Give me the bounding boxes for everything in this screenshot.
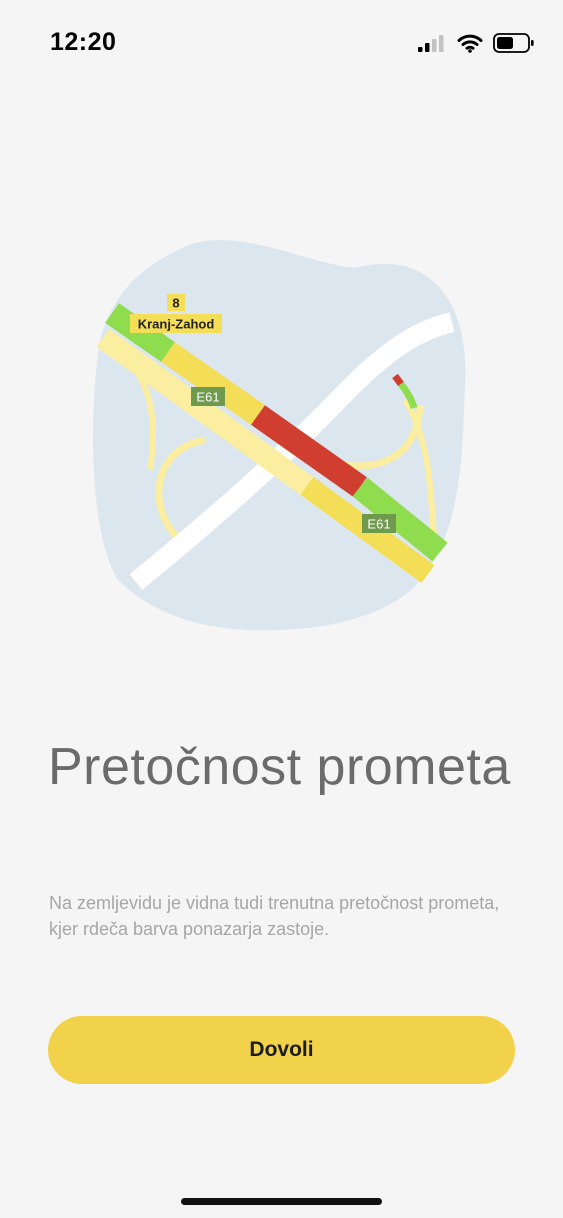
motorway-shield-text: E61	[367, 517, 390, 532]
exit-label-text: Kranj-Zahod	[138, 317, 215, 332]
battery-icon	[493, 33, 534, 53]
allow-button[interactable]: Dovoli	[48, 1016, 515, 1084]
traffic-map-illustration: 8 Kranj-Zahod E61 E61	[93, 240, 466, 631]
status-time: 12:20	[50, 28, 117, 56]
road-number-badge: 8	[167, 294, 185, 311]
page-title: Pretočnost prometa	[48, 738, 511, 796]
status-bar: 12:20	[0, 0, 563, 90]
home-indicator[interactable]	[181, 1198, 382, 1205]
motorway-shield: E61	[191, 387, 225, 406]
exit-label: Kranj-Zahod	[130, 314, 222, 333]
motorway-shield-text: E61	[196, 390, 219, 405]
cellular-signal-icon	[418, 35, 444, 52]
road-number-text: 8	[172, 296, 179, 311]
motorway-shield: E61	[362, 514, 396, 533]
wifi-icon	[457, 34, 483, 53]
page-description: Na zemljevidu je vidna tudi trenutna pre…	[49, 893, 500, 939]
status-icons	[417, 32, 535, 54]
